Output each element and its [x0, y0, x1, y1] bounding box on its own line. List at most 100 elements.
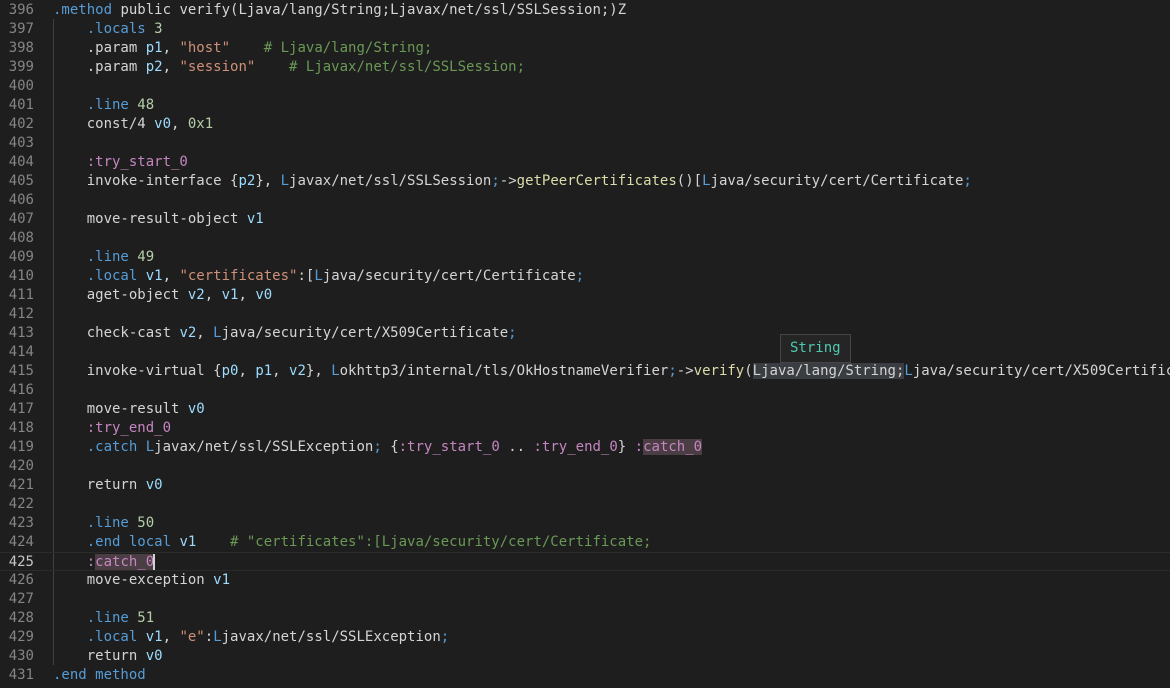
code-token: .local: [86, 268, 146, 284]
code-line[interactable]: 411 aget-object v2, v1, v0: [0, 286, 1170, 305]
code-token: ,: [238, 363, 256, 379]
code-text[interactable]: .param p1, "host" # Ljava/lang/String;: [53, 39, 433, 58]
code-token: ,: [162, 629, 180, 645]
code-line[interactable]: 419 .catch Ljavax/net/ssl/SSLException; …: [0, 438, 1170, 457]
code-token: 49: [137, 249, 155, 265]
code-line[interactable]: 396 .method public verify(Ljava/lang/Stri…: [0, 1, 1170, 20]
code-token: ()[: [676, 173, 703, 189]
code-token: # Ljavax/net/ssl/SSLSession;: [255, 59, 526, 75]
line-number: 421: [8, 477, 34, 493]
code-line[interactable]: 422: [0, 495, 1170, 514]
code-line[interactable]: 397 .locals 3: [0, 20, 1170, 39]
code-line[interactable]: 416: [0, 381, 1170, 400]
code-line[interactable]: 408: [0, 229, 1170, 248]
code-line[interactable]: 423 .line 50: [0, 514, 1170, 533]
text-cursor: [153, 554, 156, 570]
code-line[interactable]: 401 .line 48: [0, 96, 1170, 115]
code-text[interactable]: .local v1, "certificates":[Ljava/securit…: [53, 267, 584, 286]
code-line[interactable]: 406: [0, 191, 1170, 210]
code-line[interactable]: 403: [0, 134, 1170, 153]
code-line[interactable]: 425 :catch_0: [0, 552, 1170, 571]
code-line[interactable]: 400: [0, 77, 1170, 96]
code-text[interactable]: .catch Ljavax/net/ssl/SSLException; {:tr…: [53, 438, 703, 457]
code-text[interactable]: .line 51: [53, 609, 154, 628]
code-text[interactable]: :catch_0: [53, 553, 156, 572]
code-text[interactable]: :try_start_0: [53, 153, 188, 172]
code-token: v0: [145, 648, 163, 664]
line-number: 401: [8, 97, 34, 113]
code-text[interactable]: move-result v0: [53, 400, 205, 419]
code-text[interactable]: aget-object v2, v1, v0: [53, 286, 272, 305]
code-token: :[: [297, 268, 315, 284]
code-text[interactable]: .line 50: [53, 514, 154, 533]
line-number: 428: [8, 610, 34, 626]
code-editor[interactable]: String 396 .method public verify(Ljava/la…: [0, 0, 1170, 688]
code-token: p0: [221, 363, 239, 379]
line-number: 405: [8, 173, 34, 189]
code-token: aget-object: [86, 287, 188, 303]
line-number: 396: [8, 2, 34, 18]
code-line[interactable]: 398 .param p1, "host" # Ljava/lang/Strin…: [0, 39, 1170, 58]
code-text[interactable]: .line 49: [53, 248, 154, 267]
code-token: :try_start_0: [86, 154, 188, 170]
code-text[interactable]: .local v1, "e":Ljavax/net/ssl/SSLExcepti…: [53, 628, 450, 647]
code-line[interactable]: 410 .local v1, "certificates":[Ljava/sec…: [0, 267, 1170, 286]
code-line[interactable]: 429 .local v1, "e":Ljavax/net/ssl/SSLExc…: [0, 628, 1170, 647]
line-number: 411: [8, 287, 34, 303]
code-text[interactable]: .param p2, "session" # Ljavax/net/ssl/SS…: [53, 58, 525, 77]
code-text[interactable]: .line 48: [53, 96, 154, 115]
line-number: 425: [8, 554, 34, 570]
code-line[interactable]: 428 .line 51: [0, 609, 1170, 628]
code-line[interactable]: 402 const/4 v0, 0x1: [0, 115, 1170, 134]
code-token: 0x1: [187, 116, 214, 132]
code-token: catch_0: [95, 554, 155, 570]
code-text[interactable]: .method public verify(Ljava/lang/String;…: [53, 1, 626, 20]
code-text[interactable]: :try_end_0: [53, 419, 171, 438]
code-text[interactable]: .end local v1 # "certificates":[Ljava/se…: [53, 533, 652, 552]
code-line[interactable]: 421 return v0: [0, 476, 1170, 495]
line-number: 404: [8, 154, 34, 170]
code-line[interactable]: 431 .end method: [0, 666, 1170, 685]
line-number: 430: [8, 648, 34, 664]
code-token: Ljava/lang/String;: [752, 363, 905, 379]
code-token: ,: [238, 287, 256, 303]
code-line[interactable]: 404 :try_start_0: [0, 153, 1170, 172]
code-token: getPeerCertificates: [516, 173, 677, 189]
code-line[interactable]: 420: [0, 457, 1170, 476]
code-token: L: [331, 363, 340, 379]
code-text[interactable]: return v0: [53, 476, 163, 495]
code-line[interactable]: 418 :try_end_0: [0, 419, 1170, 438]
code-token: {: [213, 363, 222, 379]
code-line[interactable]: 412: [0, 305, 1170, 324]
code-token: "certificates": [179, 268, 298, 284]
code-token: :try_start_0: [398, 439, 500, 455]
code-line[interactable]: 427: [0, 590, 1170, 609]
code-text[interactable]: invoke-interface {p2}, Ljavax/net/ssl/SS…: [53, 172, 972, 191]
code-line[interactable]: 424 .end local v1 # "certificates":[Ljav…: [0, 533, 1170, 552]
code-token: ,: [272, 363, 290, 379]
code-line[interactable]: 414: [0, 343, 1170, 362]
code-line[interactable]: 415 invoke-virtual {p0, p1, v2}, Lokhttp…: [0, 362, 1170, 381]
code-text[interactable]: const/4 v0, 0x1: [53, 115, 213, 134]
code-token: ;: [491, 173, 500, 189]
code-line[interactable]: 405 invoke-interface {p2}, Ljavax/net/ss…: [0, 172, 1170, 191]
code-text[interactable]: .end method: [53, 666, 146, 685]
code-text[interactable]: return v0: [53, 647, 163, 666]
code-text[interactable]: invoke-virtual {p0, p1, v2}, Lokhttp3/in…: [53, 362, 1170, 381]
code-line[interactable]: 430 return v0: [0, 647, 1170, 666]
code-line[interactable]: 413 check-cast v2, Ljava/security/cert/X…: [0, 324, 1170, 343]
code-line[interactable]: 409 .line 49: [0, 248, 1170, 267]
code-line[interactable]: 417 move-result v0: [0, 400, 1170, 419]
code-text[interactable]: move-exception v1: [53, 571, 230, 590]
code-token: .param: [86, 40, 146, 56]
code-text[interactable]: check-cast v2, Ljava/security/cert/X509C…: [53, 324, 517, 343]
code-text[interactable]: .locals 3: [53, 20, 163, 39]
code-line[interactable]: 426 move-exception v1: [0, 571, 1170, 590]
code-token: ->: [499, 173, 517, 189]
code-token: move-result-object: [86, 211, 247, 227]
code-text[interactable]: move-result-object v1: [53, 210, 264, 229]
code-line[interactable]: 407 move-result-object v1: [0, 210, 1170, 229]
code-line[interactable]: 399 .param p2, "session" # Ljavax/net/ss…: [0, 58, 1170, 77]
